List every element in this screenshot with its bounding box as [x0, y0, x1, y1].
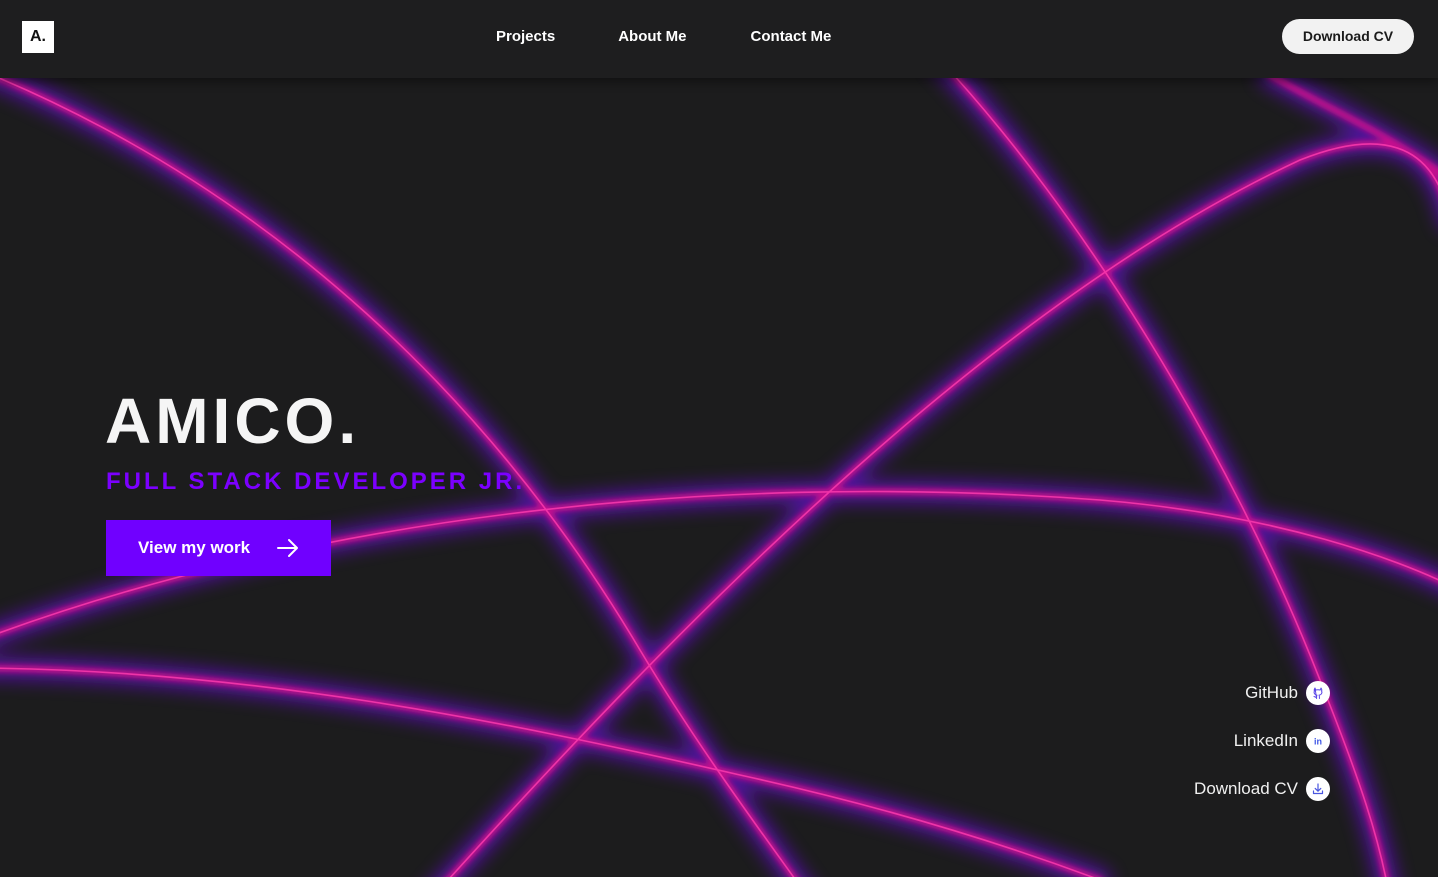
- social-link-linkedin[interactable]: LinkedIn in: [1030, 728, 1330, 754]
- top-navbar: A. Projects About Me Contact Me Download…: [0, 0, 1438, 78]
- social-link-label: LinkedIn: [1233, 731, 1298, 750]
- download-icon: [1306, 777, 1330, 801]
- social-link-label: Download CV: [1194, 779, 1298, 798]
- page: A. Projects About Me Contact Me Download…: [0, 0, 1438, 877]
- nav-link-projects[interactable]: Projects: [496, 28, 555, 45]
- social-link-github[interactable]: GitHub: [1030, 680, 1330, 706]
- nav-link-about-me[interactable]: About Me: [618, 28, 686, 45]
- linkedin-icon: in: [1306, 729, 1330, 753]
- hero-title: AMICO.: [105, 385, 361, 457]
- main-nav: Projects About Me Contact Me: [496, 28, 831, 45]
- svg-text:in: in: [1314, 737, 1322, 747]
- view-my-work-button[interactable]: View my work: [106, 520, 331, 576]
- nav-link-contact-me[interactable]: Contact Me: [751, 28, 832, 45]
- download-cv-button[interactable]: Download CV: [1282, 19, 1414, 54]
- site-logo[interactable]: A.: [22, 21, 54, 53]
- view-my-work-label: View my work: [138, 538, 251, 557]
- social-link-label: GitHub: [1245, 683, 1298, 702]
- hero-subtitle: FULL STACK DEVELOPER JR.: [106, 468, 526, 495]
- social-links: GitHub LinkedIn in Download CV: [1030, 680, 1330, 824]
- arrow-right-icon: [277, 539, 298, 557]
- github-icon: [1306, 681, 1330, 705]
- social-link-download-cv[interactable]: Download CV: [1030, 776, 1330, 802]
